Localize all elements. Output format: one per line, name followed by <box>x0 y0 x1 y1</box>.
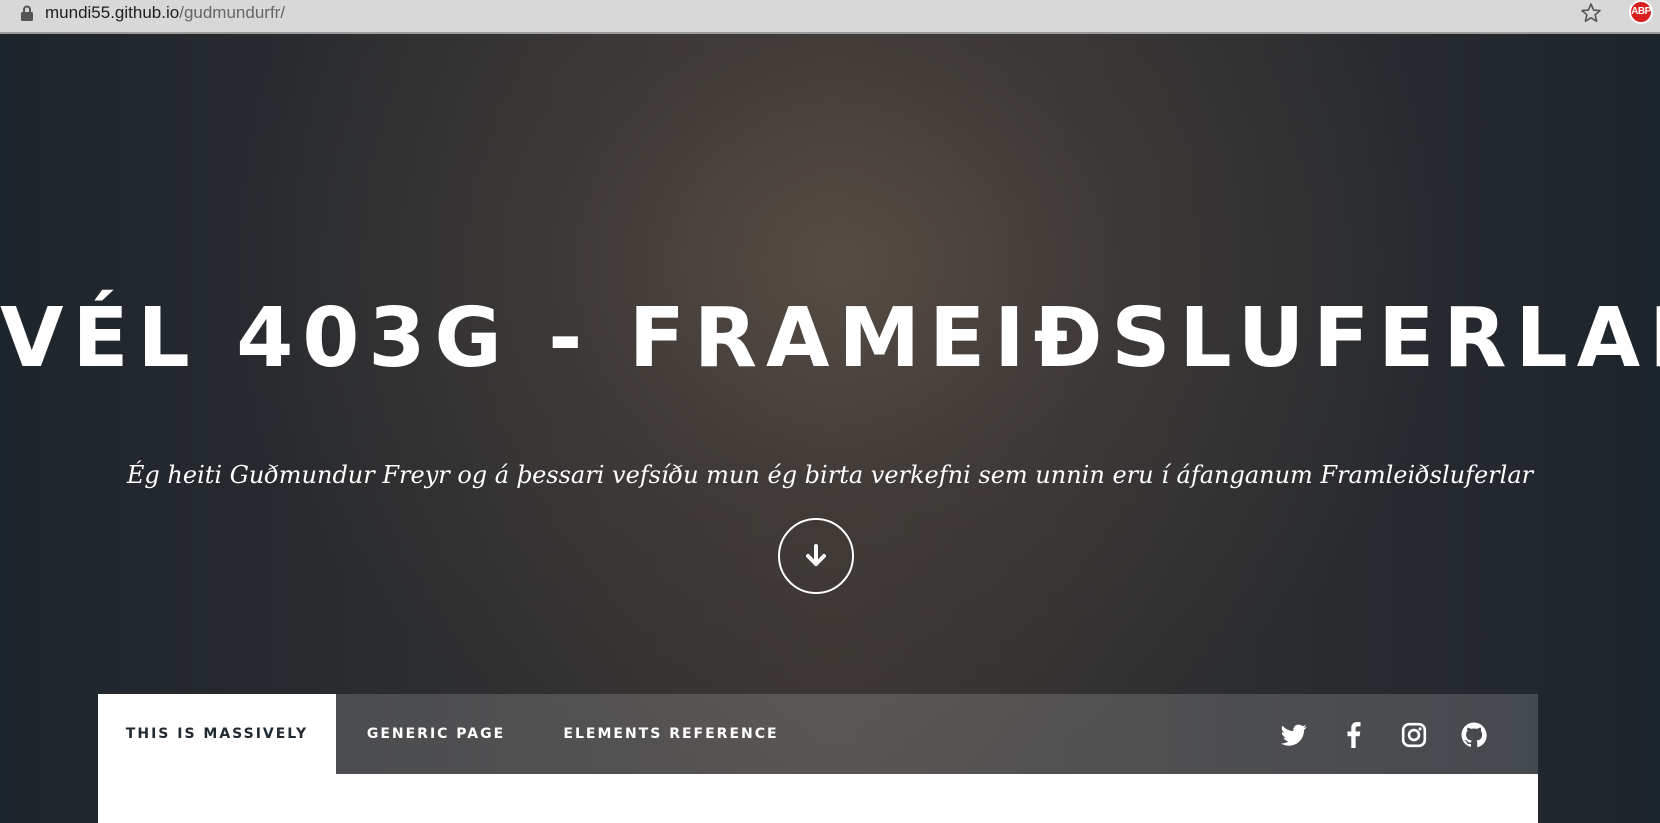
twitter-icon[interactable] <box>1281 722 1307 748</box>
lock-icon <box>21 5 33 21</box>
arrow-down-icon <box>806 544 826 566</box>
facebook-icon[interactable] <box>1341 722 1367 748</box>
page-subtitle: Ég heiti Guðmundur Freyr og á þessari ve… <box>126 461 1534 489</box>
main-content-panel <box>98 774 1538 823</box>
url-path: /gudmundurfr/ <box>179 3 286 22</box>
tab-generic-page[interactable]: GENERIC PAGE <box>336 694 536 774</box>
instagram-icon[interactable] <box>1401 722 1427 748</box>
page-title: VÉL 403G - FRAMEIÐSLUFERLAR <box>0 291 1660 386</box>
tab-this-is-massively[interactable]: THIS IS MASSIVELY <box>98 694 336 774</box>
tab-elements-reference[interactable]: ELEMENTS REFERENCE <box>536 694 806 774</box>
browser-address-bar[interactable]: mundi55.github.io/gudmundurfr/ ABP <box>0 0 1660 34</box>
scroll-down-button[interactable] <box>778 518 854 594</box>
url-text[interactable]: mundi55.github.io/gudmundurfr/ <box>45 3 285 23</box>
github-icon[interactable] <box>1461 722 1487 748</box>
bookmark-star-icon[interactable] <box>1579 1 1603 25</box>
adblock-extension-icon[interactable]: ABP <box>1629 0 1653 24</box>
main-navigation: THIS IS MASSIVELY GENERIC PAGE ELEMENTS … <box>98 694 1538 774</box>
url-host: mundi55.github.io <box>45 3 180 22</box>
